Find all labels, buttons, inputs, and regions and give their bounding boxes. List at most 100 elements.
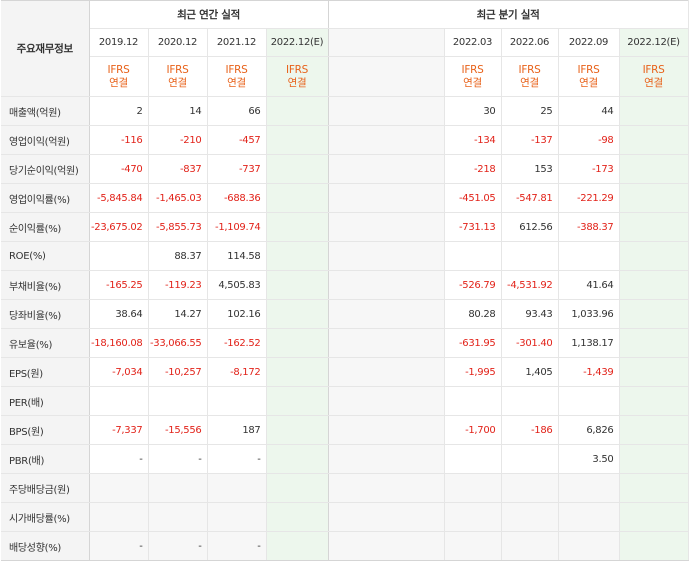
ifrs-badge: IFRS 연결 [444, 56, 502, 97]
quarter-value-cell: 1,033.96 [558, 299, 620, 329]
quarter-value-cell [558, 473, 620, 503]
annual-value-cell: -1,109.74 [207, 212, 267, 242]
consolidated-label: 연결 [109, 76, 128, 89]
quarter-value-cell: -301.40 [501, 328, 559, 358]
annual-value-cell: -119.23 [148, 270, 208, 300]
quarter-value-cell: 612.56 [501, 212, 559, 242]
row-label: 매출액(억원) [1, 96, 90, 126]
row-label: 순이익률(%) [1, 212, 90, 242]
spacer-cell [328, 357, 445, 387]
ifrs-label: IFRS [461, 63, 484, 76]
quarter-value-cell: 3.50 [558, 444, 620, 474]
row-label: 부채비율(%) [1, 270, 90, 300]
quarter-value-cell: -1,995 [444, 357, 502, 387]
quarter-value-cell: -631.95 [444, 328, 502, 358]
annual-period-header: 2019.12 [89, 28, 149, 57]
spacer-cell [328, 270, 445, 300]
annual-value-cell [266, 96, 329, 126]
annual-value-cell: -470 [89, 154, 149, 184]
quarter-period-header: 2022.03 [444, 28, 502, 57]
quarter-value-cell: -4,531.92 [501, 270, 559, 300]
annual-value-cell: - [148, 444, 208, 474]
ifrs-label: IFRS [107, 63, 130, 76]
annual-value-cell: -116 [89, 125, 149, 155]
quarter-value-cell [501, 502, 559, 532]
spacer-cell [328, 531, 445, 561]
consolidated-label: 연결 [520, 76, 539, 89]
row-label: 유보율(%) [1, 328, 90, 358]
annual-value-cell [89, 502, 149, 532]
annual-value-cell [266, 212, 329, 242]
quarter-value-cell: -137 [501, 125, 559, 155]
quarter-value-cell: 1,405 [501, 357, 559, 387]
annual-value-cell [207, 386, 267, 416]
consolidated-label: 연결 [644, 76, 663, 89]
annual-value-cell: -837 [148, 154, 208, 184]
spacer-cell [328, 96, 445, 126]
ifrs-label: IFRS [518, 63, 541, 76]
annual-value-cell: -7,337 [89, 415, 149, 445]
ifrs-badge: IFRS 연결 [266, 56, 329, 97]
quarter-section-title: 최근 분기 실적 [328, 0, 689, 29]
table-row: 배당성향(%) - - - [1, 531, 689, 561]
quarter-value-cell [619, 299, 689, 329]
quarter-value-cell [444, 502, 502, 532]
spacer-cell [328, 444, 445, 474]
annual-section-title: 최근 연간 실적 [89, 0, 329, 29]
quarter-value-cell: -218 [444, 154, 502, 184]
row-label: PER(배) [1, 386, 90, 416]
row-label: 영업이익(억원) [1, 125, 90, 155]
quarter-value-cell [619, 125, 689, 155]
spacer-cell [328, 56, 445, 97]
quarter-value-cell: -1,700 [444, 415, 502, 445]
table-row: 부채비율(%) -165.25 -119.23 4,505.83 -526.79 -4,5… [1, 270, 689, 300]
spacer-cell [328, 28, 445, 57]
annual-value-cell [148, 473, 208, 503]
quarter-value-cell: -388.37 [558, 212, 620, 242]
quarter-value-cell: -1,439 [558, 357, 620, 387]
ifrs-badge: IFRS 연결 [148, 56, 208, 97]
ifrs-badge: IFRS 연결 [501, 56, 559, 97]
quarter-value-cell [444, 241, 502, 271]
annual-value-cell: 88.37 [148, 241, 208, 271]
table-row: 영업이익(억원) -116 -210 -457 -134 -137 -98 [1, 125, 689, 155]
annual-period-header: 2020.12 [148, 28, 208, 57]
ifrs-label: IFRS [642, 63, 665, 76]
annual-value-cell: -737 [207, 154, 267, 184]
quarter-value-cell [619, 444, 689, 474]
ifrs-label: IFRS [577, 63, 600, 76]
row-label: 주당배당금(원) [1, 473, 90, 503]
consolidated-label: 연결 [579, 76, 598, 89]
quarter-value-cell [444, 531, 502, 561]
quarter-value-cell [619, 241, 689, 271]
spacer-cell [328, 473, 445, 503]
spacer-cell [328, 125, 445, 155]
quarter-value-cell [444, 386, 502, 416]
annual-value-cell [266, 241, 329, 271]
quarter-value-cell: 41.64 [558, 270, 620, 300]
consolidated-label: 연결 [463, 76, 482, 89]
quarter-value-cell: -134 [444, 125, 502, 155]
quarter-value-cell [558, 502, 620, 532]
annual-value-cell: - [207, 531, 267, 561]
annual-value-cell [89, 241, 149, 271]
quarter-value-cell [444, 473, 502, 503]
annual-value-cell: -7,034 [89, 357, 149, 387]
quarter-value-cell [501, 241, 559, 271]
quarter-value-cell: -547.81 [501, 183, 559, 213]
consolidated-label: 연결 [287, 76, 307, 89]
annual-value-cell: 102.16 [207, 299, 267, 329]
quarter-value-cell [501, 531, 559, 561]
quarter-value-cell [619, 183, 689, 213]
quarter-period-header: 2022.06 [501, 28, 559, 57]
annual-value-cell: -162.52 [207, 328, 267, 358]
annual-value-cell: -457 [207, 125, 267, 155]
annual-value-cell: 187 [207, 415, 267, 445]
annual-value-cell: -5,845.84 [89, 183, 149, 213]
annual-value-cell: -5,855.73 [148, 212, 208, 242]
annual-value-cell: 38.64 [89, 299, 149, 329]
annual-value-cell: -10,257 [148, 357, 208, 387]
quarter-value-cell: -526.79 [444, 270, 502, 300]
quarter-value-cell: 44 [558, 96, 620, 126]
table-row: 영업이익률(%) -5,845.84 -1,465.03 -688.36 -451.05… [1, 183, 689, 213]
